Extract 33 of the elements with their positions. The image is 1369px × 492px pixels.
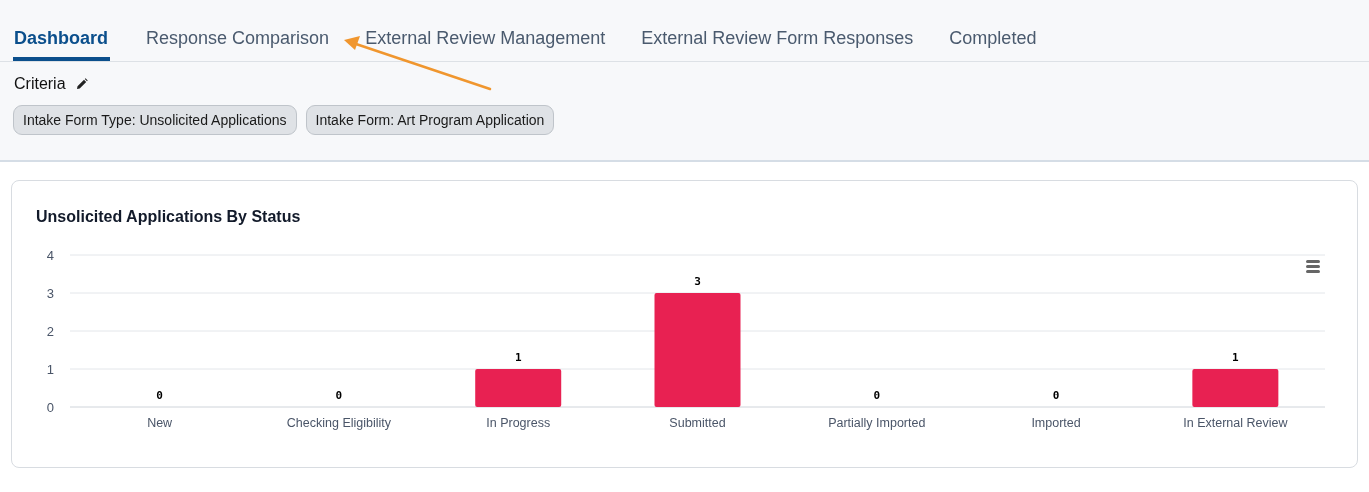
data-label: 3	[694, 275, 701, 288]
data-label: 1	[1232, 351, 1239, 364]
axis-category-label: Submitted	[669, 416, 726, 430]
axis-tick-label: 3	[46, 286, 54, 301]
tab[interactable]: External Review Management	[365, 24, 606, 61]
axis-category-label: New	[147, 416, 173, 430]
bar[interactable]	[654, 293, 741, 407]
data-label: 0	[1052, 389, 1060, 402]
bar[interactable]	[475, 369, 562, 407]
axis-category-label: Imported	[1031, 416, 1081, 430]
chart-title: Unsolicited Applications By Status	[36, 208, 301, 226]
data-label: 1	[514, 351, 522, 364]
data-label: 0	[335, 389, 343, 402]
axis-tick-label: 2	[46, 324, 54, 339]
tab[interactable]: Dashboard	[13, 24, 111, 61]
axis-category-label: Partially Imported	[828, 416, 926, 430]
axis-category-label: In External Review	[1183, 416, 1288, 430]
filter-chip: Intake Form: Art Program Application	[305, 105, 555, 135]
tab[interactable]: Response Comparison	[146, 24, 330, 61]
bar[interactable]	[1192, 369, 1279, 407]
data-label: 0	[873, 389, 881, 402]
axis-tick-label: 4	[46, 248, 54, 263]
pencil-icon[interactable]	[75, 78, 88, 90]
tab[interactable]: External Review Form Responses	[641, 24, 914, 61]
tab[interactable]: Completed	[949, 24, 1037, 61]
menu-icon[interactable]	[1306, 260, 1320, 273]
filter-chip: Intake Form Type: Unsolicited Applications	[13, 105, 297, 135]
criteria-label: Criteria	[14, 75, 66, 93]
axis-category-label: Checking Eligibility	[286, 416, 392, 430]
axis-tick-label: 0	[46, 400, 54, 415]
axis-tick-label: 1	[46, 362, 54, 377]
axis-category-label: In Progress	[486, 416, 551, 430]
data-label: 0	[156, 389, 163, 402]
